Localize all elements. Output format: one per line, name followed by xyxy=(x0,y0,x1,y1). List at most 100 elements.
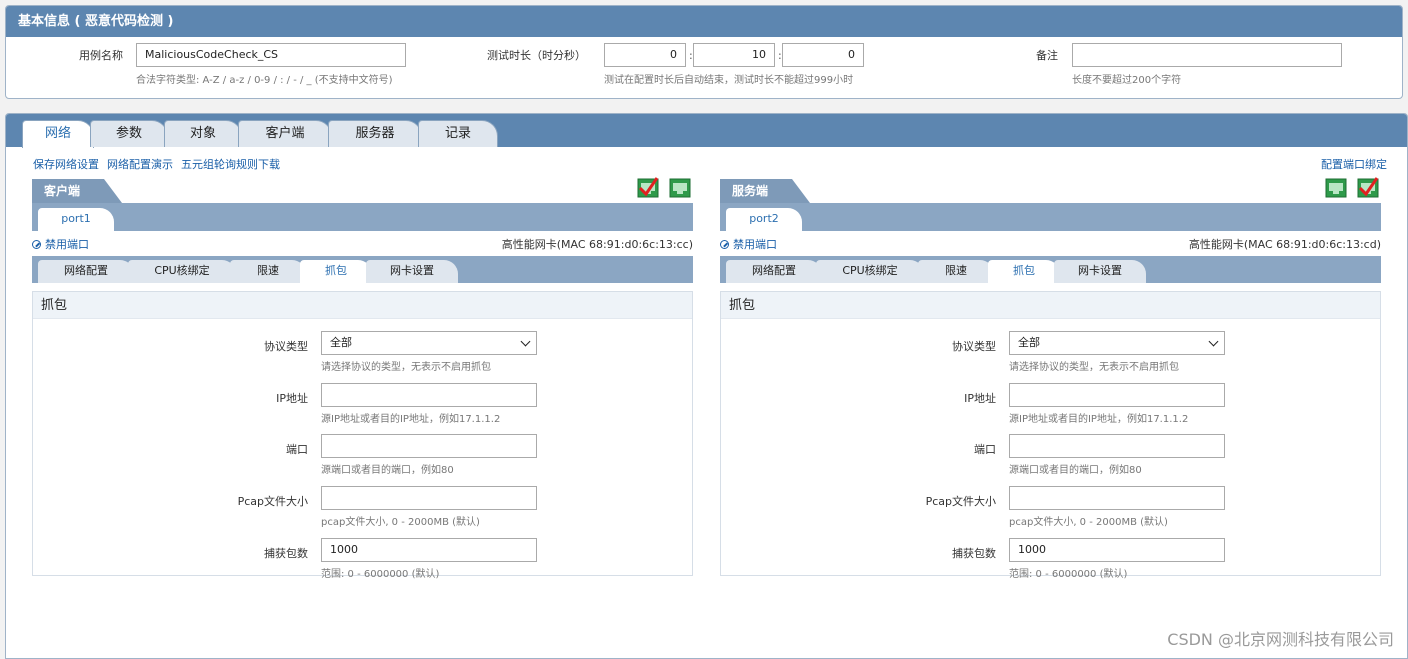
packet-count-label: 捕获包数 xyxy=(264,547,308,560)
client-port-bar: port1 xyxy=(32,203,693,231)
main-panel: 网络 参数 对象 客户端 服务器 记录 保存网络设置 网络配置演示 五元组轮询规则下… xyxy=(5,113,1408,659)
capture-form: 抓包 协议类型 全部 请选择协议的类型，无表示不启用抓包 IP地址 源IP地址或… xyxy=(32,291,693,580)
client-side-icons xyxy=(631,177,691,201)
subtab-rate-limit[interactable]: 限速 xyxy=(230,260,306,283)
server-sub-tab-bar: 网络配置 CPU核绑定 限速 抓包 网卡设置 xyxy=(720,256,1381,283)
nic-info: 高性能网卡(MAC 68:91:d0:6c:13:cd) xyxy=(1188,238,1381,251)
protocol-type-select[interactable]: 全部 xyxy=(1009,331,1225,355)
subtab-capture[interactable]: 抓包 xyxy=(300,260,372,283)
form-row: 端口 源端口或者目的端口，例如80 xyxy=(721,434,1380,484)
case-name-hint: 合法字符类型: A-Z / a-z / 0-9 / : / - / _ (不支持… xyxy=(136,75,393,86)
packet-count-hint: 范围: 0 - 6000000 (默认) xyxy=(1009,569,1128,580)
packet-count-hint: 范围: 0 - 6000000 (默认) xyxy=(321,569,440,580)
network-icon[interactable] xyxy=(1325,177,1347,199)
port-tab-port1[interactable]: port1 xyxy=(38,208,114,231)
pcap-size-label: Pcap文件大小 xyxy=(925,495,996,508)
form-row: IP地址 源IP地址或者目的IP地址，例如17.1.1.2 xyxy=(33,383,692,433)
form-row: 端口 源端口或者目的端口，例如80 xyxy=(33,434,692,484)
port-tab-port2[interactable]: port2 xyxy=(726,208,802,231)
pcap-size-hint: pcap文件大小, 0 - 2000MB (默认) xyxy=(321,517,480,528)
client-side-panel: 客户端 port1 禁用端口 高性能网卡(MAC 68:91:d0:6c:13:… xyxy=(32,177,693,580)
subtab-network-config[interactable]: 网络配置 xyxy=(38,260,134,283)
form-row: Pcap文件大小 pcap文件大小, 0 - 2000MB (默认) xyxy=(33,486,692,536)
network-links: 保存网络设置 网络配置演示 五元组轮询规则下载 xyxy=(33,156,288,172)
basic-info-row: 用例名称 MaliciousCodeCheck_CS 合法字符类型: A-Z /… xyxy=(6,37,1402,98)
duration-seconds-input[interactable]: 0 xyxy=(782,43,864,67)
tuple-rule-download-link[interactable]: 五元组轮询规则下载 xyxy=(181,158,280,171)
server-side-header: 服务端 xyxy=(720,177,1381,203)
duration-hours-input[interactable]: 0 xyxy=(604,43,686,67)
remark-label: 备注 xyxy=(1036,49,1058,62)
network-check-icon[interactable] xyxy=(1357,177,1379,199)
pcap-size-label: Pcap文件大小 xyxy=(237,495,308,508)
network-icon[interactable] xyxy=(669,177,691,199)
subtab-nic-settings[interactable]: 网卡设置 xyxy=(366,260,458,283)
protocol-type-label: 协议类型 xyxy=(264,340,308,353)
client-port-status-row: 禁用端口 高性能网卡(MAC 68:91:d0:6c:13:cc) xyxy=(32,236,693,252)
ban-icon xyxy=(32,240,41,249)
protocol-type-value: 全部 xyxy=(1018,336,1040,349)
ip-address-input[interactable] xyxy=(321,383,537,407)
port-input[interactable] xyxy=(1009,434,1225,458)
case-name-label: 用例名称 xyxy=(79,49,123,62)
tab-client[interactable]: 客户端 xyxy=(238,120,332,147)
packet-count-input[interactable]: 1000 xyxy=(1009,538,1225,562)
ip-address-hint: 源IP地址或者目的IP地址，例如17.1.1.2 xyxy=(1009,414,1189,425)
network-check-icon[interactable] xyxy=(637,177,659,199)
tab-network[interactable]: 网络 xyxy=(22,120,94,148)
subtab-rate-limit[interactable]: 限速 xyxy=(918,260,994,283)
port-hint: 源端口或者目的端口，例如80 xyxy=(1009,465,1142,476)
subtab-capture[interactable]: 抓包 xyxy=(988,260,1060,283)
server-port-status-row: 禁用端口 高性能网卡(MAC 68:91:d0:6c:13:cd) xyxy=(720,236,1381,252)
capture-heading: 抓包 xyxy=(33,292,692,319)
form-row: 协议类型 全部 请选择协议的类型，无表示不启用抓包 xyxy=(33,331,692,381)
tab-records[interactable]: 记录 xyxy=(418,120,498,147)
protocol-type-select[interactable]: 全部 xyxy=(321,331,537,355)
subtab-network-config[interactable]: 网络配置 xyxy=(726,260,822,283)
capture-heading: 抓包 xyxy=(721,292,1380,319)
pcap-size-input[interactable] xyxy=(1009,486,1225,510)
server-side-icons xyxy=(1319,177,1379,201)
port-hint: 源端口或者目的端口，例如80 xyxy=(321,465,454,476)
client-side-header: 客户端 xyxy=(32,177,693,203)
subtab-nic-settings[interactable]: 网卡设置 xyxy=(1054,260,1146,283)
pcap-size-input[interactable] xyxy=(321,486,537,510)
chevron-down-icon xyxy=(520,336,531,347)
port-binding-link-wrap: 配置端口绑定 xyxy=(1321,156,1387,172)
disable-port-link[interactable]: 禁用端口 xyxy=(720,238,777,251)
client-side-title: 客户端 xyxy=(32,179,122,203)
case-name-input[interactable]: MaliciousCodeCheck_CS xyxy=(136,43,406,67)
ban-icon xyxy=(720,240,729,249)
ip-address-label: IP地址 xyxy=(964,392,996,405)
duration-minutes-input[interactable]: 10 xyxy=(693,43,775,67)
save-network-settings-link[interactable]: 保存网络设置 xyxy=(33,158,99,171)
subtab-cpu-binding[interactable]: CPU核绑定 xyxy=(816,260,924,283)
form-row: 捕获包数 1000 范围: 0 - 6000000 (默认) xyxy=(33,538,692,588)
subtab-cpu-binding[interactable]: CPU核绑定 xyxy=(128,260,236,283)
protocol-type-value: 全部 xyxy=(330,336,352,349)
pcap-size-hint: pcap文件大小, 0 - 2000MB (默认) xyxy=(1009,517,1168,528)
tab-server[interactable]: 服务器 xyxy=(328,120,422,147)
protocol-type-hint: 请选择协议的类型，无表示不启用抓包 xyxy=(321,362,491,373)
remark-input[interactable] xyxy=(1072,43,1342,67)
disable-port-link[interactable]: 禁用端口 xyxy=(32,238,89,251)
disable-port-label: 禁用端口 xyxy=(733,238,777,251)
server-side-panel: 服务端 port2 禁用端口 高性能网卡(MAC 68:91:d0:6c:13:… xyxy=(720,177,1381,580)
duration-hint: 测试在配置时长后自动结束，测试时长不能超过999小时 xyxy=(604,75,854,86)
capture-form: 抓包 协议类型 全部 请选择协议的类型，无表示不启用抓包 IP地址 源IP地址或… xyxy=(720,291,1381,580)
ip-address-input[interactable] xyxy=(1009,383,1225,407)
tab-objects[interactable]: 对象 xyxy=(164,120,242,147)
port-binding-link[interactable]: 配置端口绑定 xyxy=(1321,158,1387,171)
protocol-type-label: 协议类型 xyxy=(952,340,996,353)
network-demo-link[interactable]: 网络配置演示 xyxy=(107,158,173,171)
port-input[interactable] xyxy=(321,434,537,458)
remark-hint: 长度不要超过200个字符 xyxy=(1072,75,1182,86)
basic-info-title: 基本信息 ( 恶意代码检测 ) xyxy=(6,6,1402,37)
watermark: CSDN @北京网测科技有限公司 xyxy=(1167,630,1394,649)
protocol-type-hint: 请选择协议的类型，无表示不启用抓包 xyxy=(1009,362,1179,373)
packet-count-input[interactable]: 1000 xyxy=(321,538,537,562)
basic-info-panel: 基本信息 ( 恶意代码检测 ) 用例名称 MaliciousCodeCheck_… xyxy=(5,5,1403,99)
ip-address-label: IP地址 xyxy=(276,392,308,405)
port-label: 端口 xyxy=(286,443,308,456)
tab-params[interactable]: 参数 xyxy=(90,120,168,147)
